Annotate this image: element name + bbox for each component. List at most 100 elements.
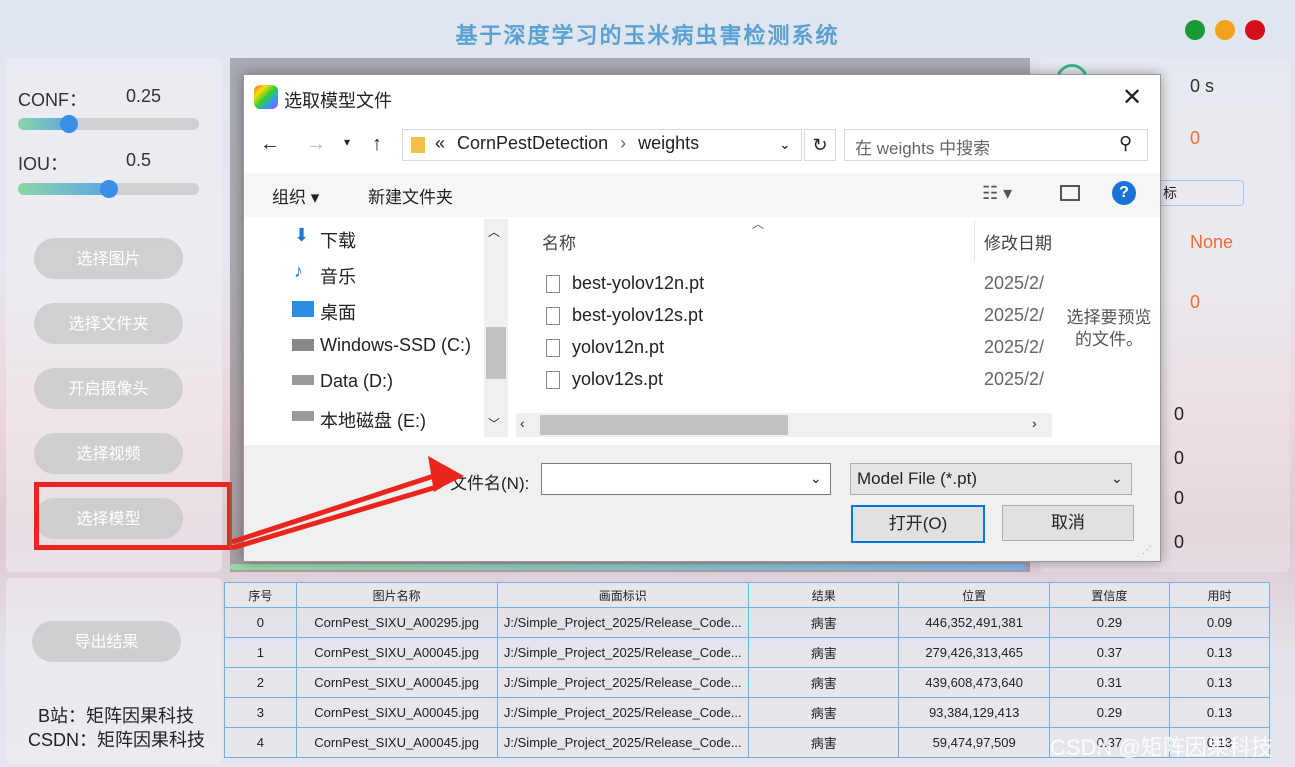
horizontal-scrollbar[interactable]: ‹ › — [516, 413, 1052, 437]
sort-indicator-icon: ︿ — [752, 217, 765, 231]
time-value: 0 s — [1190, 76, 1215, 96]
cell: 446,352,491,381 — [898, 607, 1050, 638]
nav-item-music[interactable]: 音乐 — [320, 263, 356, 289]
search-icon[interactable]: ⚲ — [1119, 133, 1132, 154]
navigation-pane: ⬇ 下载 ♪ 音乐 桌面 Windows-SSD (C:) Data (D:) … — [244, 219, 510, 437]
close-button[interactable] — [1245, 20, 1265, 40]
h-scroll-thumb[interactable] — [540, 415, 788, 435]
cell: J:/Simple_Project_2025/Release_Code... — [496, 727, 749, 758]
nav-item-downloads[interactable]: 下载 — [320, 227, 356, 253]
col-source[interactable]: 画面标识 — [496, 582, 749, 608]
select-image-button[interactable]: 选择图片 — [34, 238, 183, 279]
iou-slider-handle[interactable] — [100, 180, 118, 198]
export-button[interactable]: 导出结果 — [32, 621, 181, 662]
cell: 1 — [224, 637, 297, 668]
file-item-name[interactable]: yolov12n.pt — [572, 337, 664, 358]
col-index[interactable]: 序号 — [224, 582, 297, 608]
organize-menu[interactable]: 组织 ▾ — [272, 183, 319, 208]
filetype-dropdown-icon[interactable]: ⌄ — [1111, 470, 1123, 487]
filetype-select[interactable]: Model File (*.pt) ⌄ — [850, 463, 1132, 495]
forward-arrow-icon[interactable]: → — [306, 133, 326, 156]
refresh-icon[interactable]: ↻ — [804, 129, 836, 161]
cancel-button[interactable]: 取消 — [1002, 505, 1134, 541]
iou-value: 0.5 — [126, 150, 152, 170]
file-item-date: 2025/2/ — [984, 369, 1045, 389]
col-position[interactable]: 位置 — [898, 582, 1050, 608]
scroll-down-icon[interactable]: ﹀ — [488, 415, 500, 432]
table-row[interactable]: 2 CornPest_SIXU_A00045.jpg J:/Simple_Proje… — [224, 667, 1270, 698]
file-item-name[interactable]: best-yolov12s.pt — [572, 305, 703, 326]
cell: 93,384,129,413 — [898, 697, 1050, 728]
iou-label: IOU： — [18, 154, 69, 174]
view-options-icon[interactable]: ☷ ▾ — [982, 183, 1012, 204]
conf-slider-handle[interactable] — [60, 115, 78, 133]
breadcrumb-cornpestdetection[interactable]: CornPestDetection — [457, 133, 608, 154]
conf-slider[interactable] — [18, 115, 199, 133]
cell: CornPest_SIXU_A00045.jpg — [295, 727, 498, 758]
scroll-up-icon[interactable]: ︿ — [488, 223, 500, 240]
cell: 59,474,97,509 — [898, 727, 1050, 758]
target-select[interactable]: 标 — [1158, 180, 1244, 206]
xmax-value: 0 — [1174, 488, 1185, 508]
col-result[interactable]: 结果 — [747, 582, 900, 608]
scroll-left-icon[interactable]: ‹ — [520, 415, 525, 431]
drive-e-icon — [292, 411, 314, 421]
maximize-button[interactable] — [1215, 20, 1235, 40]
preview-pane-icon[interactable] — [1060, 185, 1080, 201]
cell: CornPest_SIXU_A00295.jpg — [295, 607, 498, 638]
col-name-header[interactable]: 名称 — [542, 229, 576, 254]
open-button[interactable]: 打开(O) — [851, 505, 985, 543]
nav-item-drive-e[interactable]: 本地磁盘 (E:) — [320, 407, 426, 433]
preview-pane: 选择要预览的文件。 — [1054, 219, 1160, 437]
open-camera-button[interactable]: 开启摄像头 — [34, 368, 183, 409]
resize-grip-icon[interactable]: ⋰ — [1142, 545, 1152, 556]
cell: 0.13 — [1169, 667, 1270, 698]
minimize-button[interactable] — [1185, 20, 1205, 40]
cell: 0.09 — [1169, 607, 1270, 638]
table-row[interactable]: 0 CornPest_SIXU_A00295.jpg J:/Simple_Proje… — [224, 607, 1270, 638]
up-arrow-icon[interactable]: ↑ — [372, 133, 382, 156]
col-confidence[interactable]: 置信度 — [1048, 582, 1171, 608]
cell: CornPest_SIXU_A00045.jpg — [295, 667, 498, 698]
iou-slider[interactable] — [18, 180, 199, 198]
nav-scrollbar[interactable]: ︿ ﹀ — [484, 219, 508, 437]
file-item-name[interactable]: yolov12s.pt — [572, 369, 663, 390]
select-video-button[interactable]: 选择视频 — [34, 433, 183, 474]
cell: 4 — [224, 727, 297, 758]
breadcrumb-overflow[interactable]: « — [435, 133, 445, 154]
file-item-name[interactable]: best-yolov12n.pt — [572, 273, 704, 294]
col-image-name[interactable]: 图片名称 — [295, 582, 498, 608]
nav-item-desktop[interactable]: 桌面 — [320, 299, 356, 325]
class-value: None — [1190, 232, 1234, 252]
search-placeholder: 在 weights 中搜索 — [855, 139, 991, 158]
address-dropdown-icon[interactable]: ⌄ — [779, 136, 791, 153]
cell: 0 — [224, 607, 297, 638]
cell: 0.31 — [1048, 667, 1171, 698]
app-icon — [254, 85, 278, 109]
annotation-arrow — [231, 456, 464, 551]
table-row[interactable]: 3 CornPest_SIXU_A00045.jpg J:/Simple_Proje… — [224, 697, 1270, 728]
nav-scroll-thumb[interactable] — [486, 327, 506, 379]
breadcrumb-weights[interactable]: weights — [638, 133, 699, 154]
filename-input[interactable]: ⌄ — [541, 463, 831, 495]
filename-dropdown-icon[interactable]: ⌄ — [810, 470, 822, 487]
nav-item-drive-c[interactable]: Windows-SSD (C:) — [320, 335, 471, 356]
column-divider — [974, 221, 975, 261]
help-icon[interactable]: ? — [1112, 181, 1136, 205]
address-bar[interactable]: « CornPestDetection › weights ⌄ — [402, 129, 802, 161]
nav-item-drive-d[interactable]: Data (D:) — [320, 371, 393, 392]
new-folder-button[interactable]: 新建文件夹 — [368, 183, 453, 208]
cell: J:/Simple_Project_2025/Release_Code... — [496, 637, 749, 668]
dialog-toolbar: 组织 ▾ 新建文件夹 ☷ ▾ ? — [244, 173, 1160, 217]
search-input[interactable]: 在 weights 中搜索 ⚲ — [844, 129, 1148, 161]
scroll-right-icon[interactable]: › — [1032, 415, 1037, 431]
col-modified-header[interactable]: 修改日期 — [984, 229, 1052, 254]
select-folder-button[interactable]: 选择文件夹 — [34, 303, 183, 344]
col-time[interactable]: 用时 — [1169, 582, 1270, 608]
file-item-date: 2025/2/ — [984, 273, 1045, 293]
table-row[interactable]: 1 CornPest_SIXU_A00045.jpg J:/Simple_Proje… — [224, 637, 1270, 668]
count-value: 0 — [1190, 128, 1201, 148]
recent-chevron-icon[interactable]: ▾ — [344, 135, 350, 149]
dialog-close-icon[interactable]: ✕ — [1122, 83, 1142, 112]
back-arrow-icon[interactable]: ← — [260, 133, 280, 156]
